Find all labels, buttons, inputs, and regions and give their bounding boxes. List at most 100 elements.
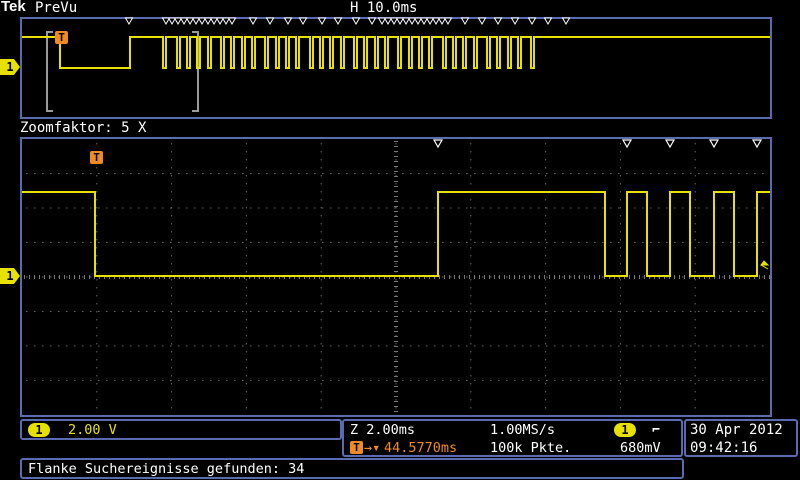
center-tick (449, 275, 450, 279)
grid-dot (266, 242, 268, 243)
center-tick (394, 176, 398, 177)
main-channel-marker[interactable]: 1 (0, 268, 20, 284)
grid-dot (470, 183, 472, 185)
grid-dot (320, 159, 322, 161)
grid-dot (466, 380, 468, 381)
grid-dot (746, 380, 748, 381)
center-tick (394, 271, 398, 272)
grid-dot (694, 287, 696, 289)
grid-dot (650, 207, 652, 209)
center-tick (499, 275, 500, 279)
grid-dot (330, 311, 332, 312)
grid-dot (522, 173, 524, 174)
grid-dot (250, 173, 252, 174)
center-tick (44, 275, 45, 279)
grid-dot (738, 242, 740, 243)
grid-dot (258, 311, 260, 312)
grid-dot (546, 345, 548, 347)
grid-dot (346, 207, 348, 209)
grid-dot (320, 151, 322, 153)
grid-dot (619, 239, 621, 241)
grid-dot (146, 173, 148, 174)
grid-dot (426, 242, 428, 243)
center-tick (394, 371, 398, 372)
grid-dot (245, 239, 247, 241)
grid-dot (395, 143, 397, 145)
grid-dot (154, 345, 156, 347)
grid-dot (738, 173, 740, 174)
grid-dot (514, 311, 516, 312)
center-tick (29, 275, 30, 279)
grid-dot (434, 242, 436, 243)
grid-dot (522, 380, 524, 381)
grid-dot (34, 173, 36, 174)
grid-dot (694, 327, 696, 329)
overview-waveform-panel[interactable]: T (20, 17, 772, 119)
grid-dot (114, 311, 116, 312)
grid-dot (746, 207, 748, 209)
grid-dot (694, 231, 696, 233)
grid-dot (320, 199, 322, 201)
grid-dot (378, 207, 380, 209)
grid-dot (245, 159, 247, 161)
center-tick (759, 275, 760, 279)
grid-dot (694, 215, 696, 217)
grid-dot (322, 311, 324, 312)
grid-dot (320, 279, 322, 281)
grid-dot (258, 207, 260, 209)
grid-dot (570, 311, 572, 312)
grid-dot (98, 311, 100, 312)
timebase-box[interactable]: Z 2.00ms 1.00MS/s 1 ⌐ T →▾ 44.5770ms 100… (342, 419, 683, 457)
grid-dot (226, 173, 228, 174)
grid-dot (74, 242, 76, 243)
grid-dot (218, 242, 220, 243)
grid-dot (171, 335, 173, 337)
center-tick (719, 275, 720, 279)
grid-dot (610, 380, 612, 381)
grid-dot (395, 399, 397, 401)
grid-dot (245, 351, 247, 353)
grid-dot (96, 207, 98, 209)
grid-dot (554, 242, 556, 243)
grid-dot (694, 223, 696, 225)
grid-dot (274, 173, 276, 174)
grid-dot (658, 345, 660, 347)
center-tick (394, 231, 398, 232)
grid-dot (578, 345, 580, 347)
grid-dot (171, 255, 173, 257)
grid-dot (545, 399, 547, 401)
center-tick (529, 275, 530, 279)
grid-dot (395, 159, 397, 161)
grid-dot (626, 173, 628, 174)
grid-dot (538, 380, 540, 381)
grid-dot (610, 207, 612, 209)
grid-dot (714, 311, 716, 312)
grid-dot (96, 143, 98, 145)
grid-dot (470, 343, 472, 345)
grid-dot (619, 375, 621, 377)
channel-scale-box[interactable]: 1 2.00 V (20, 419, 342, 440)
main-waveform-panel[interactable]: T (20, 137, 772, 417)
grid-dot (210, 311, 212, 312)
grid-dot (320, 175, 322, 177)
grid-dot (586, 242, 588, 243)
center-tick (769, 275, 770, 279)
grid-dot (98, 242, 100, 243)
grid-dot (418, 345, 420, 347)
center-tick (479, 275, 480, 279)
grid-dot (594, 173, 596, 174)
grid-dot (619, 199, 621, 201)
center-tick (79, 275, 80, 279)
grid-dot (682, 311, 684, 312)
grid-dot (619, 391, 621, 393)
grid-dot (138, 242, 140, 243)
overview-channel-marker[interactable]: 1 (0, 59, 20, 75)
center-tick (34, 275, 35, 279)
grid-dot (171, 143, 173, 145)
grid-dot (634, 311, 636, 312)
grid-dot (320, 359, 322, 361)
grid-dot (106, 311, 108, 312)
center-tick (394, 296, 398, 297)
grid-dot (619, 143, 621, 145)
grid-dot (546, 276, 548, 278)
